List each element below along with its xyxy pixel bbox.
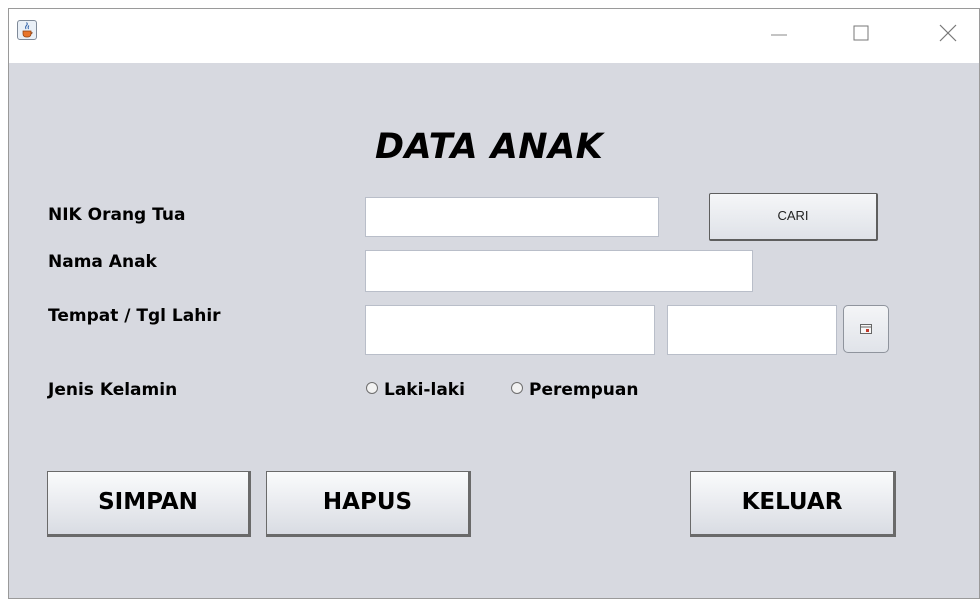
title-bar <box>9 9 979 63</box>
calendar-icon <box>860 324 872 334</box>
maximize-icon <box>853 25 869 41</box>
maximize-button[interactable] <box>851 23 871 43</box>
java-cup-icon[interactable] <box>17 20 37 40</box>
app-window: DATA ANAK NIK Orang Tua CARI Nama Anak T… <box>8 8 980 599</box>
nama-anak-input[interactable] <box>365 250 753 292</box>
form-panel: DATA ANAK NIK Orang Tua CARI Nama Anak T… <box>9 63 979 598</box>
minimize-button[interactable] <box>769 23 789 43</box>
nik-input[interactable] <box>365 197 659 237</box>
simpan-button[interactable]: SIMPAN <box>47 471 251 537</box>
minimize-icon <box>771 34 787 36</box>
radio-perempuan-label: Perempuan <box>529 380 639 400</box>
radio-laki-laki-label: Laki-laki <box>384 380 465 400</box>
close-button[interactable] <box>938 23 958 43</box>
tempat-tgl-lahir-label: Tempat / Tgl Lahir <box>48 306 221 326</box>
tempat-lahir-input[interactable] <box>365 305 655 355</box>
jenis-kelamin-label: Jenis Kelamin <box>48 380 178 400</box>
cari-button[interactable]: CARI <box>709 193 878 241</box>
radio-laki-laki[interactable]: Laki-laki <box>366 379 465 401</box>
date-picker-button[interactable] <box>843 305 889 353</box>
form-title: DATA ANAK <box>375 127 604 167</box>
keluar-button[interactable]: KELUAR <box>690 471 896 537</box>
nik-label: NIK Orang Tua <box>48 205 186 225</box>
hapus-button[interactable]: HAPUS <box>266 471 471 537</box>
nama-anak-label: Nama Anak <box>48 252 157 272</box>
tanggal-lahir-input[interactable] <box>667 305 837 355</box>
radio-perempuan[interactable]: Perempuan <box>511 379 638 401</box>
radio-circle-icon <box>366 382 378 394</box>
close-icon <box>939 24 957 42</box>
radio-circle-icon <box>511 382 523 394</box>
